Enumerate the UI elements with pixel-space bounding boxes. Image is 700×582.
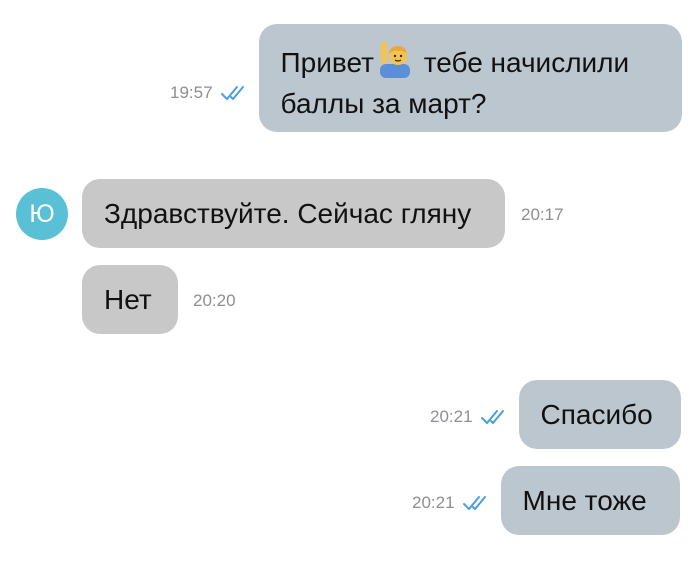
message-bubble[interactable]: Здравствуйте. Сейчас гляну [82,179,505,248]
read-double-check-icon [220,85,249,101]
person-raising-hand-emoji [378,41,412,78]
message-text: тебе начислили [415,47,630,78]
message-row-incoming: Здравствуйте. Сейчас гляну 20:17 [82,179,564,248]
message-meta: 19:57 [170,83,249,103]
message-text-line: баллы за март? [280,88,487,119]
message-meta: 20:21 [430,407,509,427]
message-text: Привет [280,47,374,78]
read-double-check-icon [462,495,491,511]
message-timestamp: 20:20 [193,290,236,310]
avatar[interactable]: Ю [16,188,68,240]
message-bubble[interactable]: Нет [82,265,178,334]
message-row-incoming: Нет 20:20 [82,265,236,334]
message-row-outgoing: 20:21 Мне тоже [412,466,680,535]
message-timestamp: 20:21 [412,492,455,512]
message-meta: 20:20 [193,291,236,311]
message-bubble[interactable]: Мне тоже [500,466,680,535]
message-bubble[interactable]: Спасибо [518,380,681,449]
read-double-check-icon [480,409,509,425]
message-timestamp: 20:21 [430,406,473,426]
message-meta: 20:17 [521,205,564,225]
message-timestamp: 20:17 [521,204,564,224]
message-text: Нет [104,284,152,315]
message-row-outgoing: 19:57 Привет тебе начислили баллы за мар… [170,24,682,132]
message-row-outgoing: 20:21 Спасибо [430,380,681,449]
message-meta: 20:21 [412,493,491,513]
message-text-line: Привет тебе начислили [280,41,660,83]
message-text: Здравствуйте. Сейчас гляну [104,198,472,229]
message-timestamp: 19:57 [170,83,213,102]
message-bubble[interactable]: Привет тебе начислили баллы за март? [258,24,682,132]
message-text: Спасибо [540,399,653,430]
message-text: Мне тоже [522,485,647,516]
avatar-letter: Ю [29,199,55,228]
